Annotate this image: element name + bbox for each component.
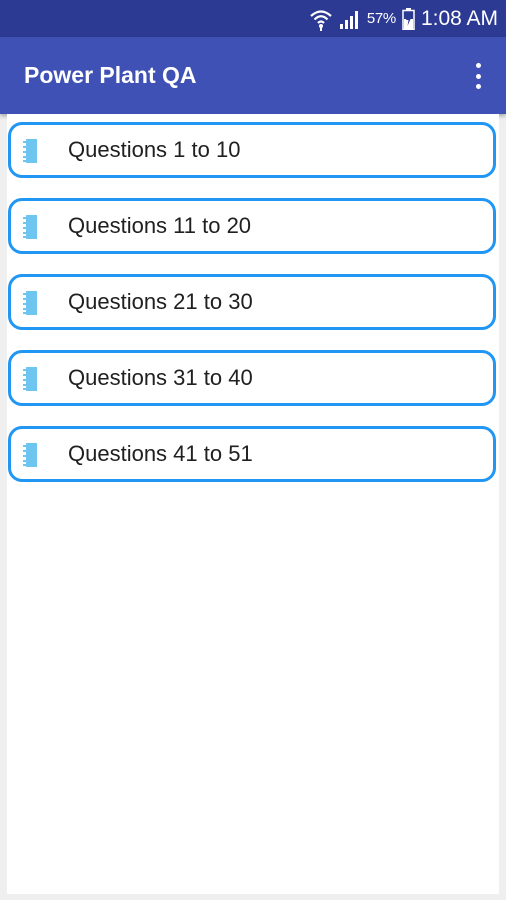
status-bar: 57% 1:08 AM [0,0,506,37]
notepad-icon [23,215,37,239]
content-area: Questions 1 to 10 Questions 11 to 20 Que… [7,114,499,894]
notepad-icon [23,291,37,315]
status-icons: 57% 1:08 AM [309,0,498,37]
list-item-label: Questions 41 to 51 [68,441,253,466]
menu-dot [475,73,481,79]
list-item-questions-11-20[interactable]: Questions 11 to 20 [8,198,496,254]
app-bar: Power Plant QA [0,37,506,114]
status-time: 1:08 AM [420,6,498,30]
list-item-label: Questions 11 to 20 [68,213,252,238]
signal-icon [339,10,358,29]
list-item-label: Questions 31 to 40 [68,365,253,390]
list-item-questions-31-40[interactable]: Questions 31 to 40 [8,350,496,406]
notepad-icon [23,443,37,467]
menu-dot [475,84,481,89]
notepad-icon [23,139,37,163]
menu-dot [475,63,481,68]
list-item-questions-21-30[interactable]: Questions 21 to 30 [8,274,496,330]
list-item-questions-41-51[interactable]: Questions 41 to 51 [8,426,496,482]
list-item-label: Questions 1 to 10 [68,137,241,162]
notepad-icon [23,367,37,391]
list-item-questions-1-10[interactable]: Questions 1 to 10 [8,122,496,178]
more-vert-icon[interactable] [468,61,488,91]
battery-percent: 57% [366,10,396,27]
wifi-icon [310,9,332,31]
app-title: Power Plant QA [24,62,197,88]
list-item-label: Questions 21 to 30 [68,289,253,314]
battery-icon [402,7,415,30]
